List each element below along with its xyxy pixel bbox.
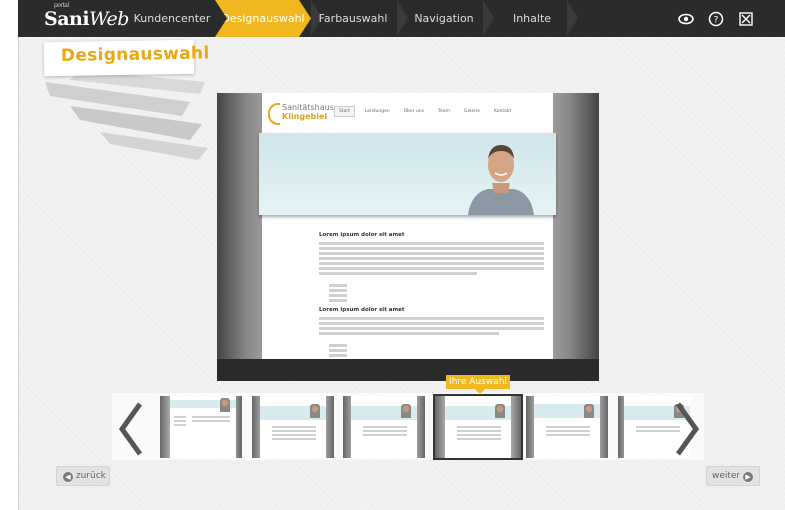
selected-design-badge: Ihre Auswahl: [446, 375, 510, 394]
chevron-right-icon: ▶: [743, 472, 753, 482]
preview-nav-item: Leistungen: [365, 109, 390, 114]
brush-stroke-decoration: [45, 70, 208, 160]
preview-footer: [217, 359, 599, 381]
preview-website: Sanitätshaus Klingebiel Start Leistungen Ü…: [259, 93, 556, 362]
nav-step-inhalte[interactable]: Inhalte: [501, 0, 563, 37]
design-preview: Sanitätshaus Klingebiel Start Leistungen Ü…: [217, 93, 599, 381]
logo-sup: portal: [54, 2, 69, 9]
nav-step-label: Kundencenter: [133, 12, 211, 25]
nav-step-kundencenter[interactable]: Kundencenter: [127, 0, 217, 37]
chevron-left-icon: ◀: [63, 472, 73, 482]
logo-c-icon: [268, 103, 280, 125]
nav-separator: [567, 0, 579, 37]
logo-main: Sani: [44, 8, 90, 30]
preview-site-nav: Start Leistungen Über uns Team Galerie Kontak…: [334, 106, 521, 117]
saniweb-logo: portal SaniWeb: [44, 2, 129, 30]
nav-step-label: Navigation: [414, 12, 474, 25]
preview-site-logo: Sanitätshaus Klingebiel: [268, 103, 334, 125]
nav-step-label: Inhalte: [512, 12, 552, 25]
close-icon[interactable]: [738, 11, 754, 27]
nav-separator: [483, 0, 495, 37]
preview-nav-item: Start: [334, 106, 355, 117]
preview-hero-banner: [259, 133, 556, 215]
page-title-card: Designauswahl: [43, 39, 210, 77]
site-logo-line2: Klingebiel: [282, 112, 328, 121]
back-button[interactable]: ◀ zurück: [56, 466, 110, 486]
next-button-label: weiter: [711, 471, 741, 481]
preview-nav-item: Team: [438, 109, 450, 114]
preview-nav-item: Kontakt: [494, 109, 512, 114]
back-button-label: zurück: [75, 471, 106, 481]
site-logo-line1: Sanitätshaus: [282, 103, 334, 112]
design-thumbnail-5[interactable]: [526, 396, 608, 458]
design-thumbnail-2[interactable]: [252, 396, 334, 458]
eye-icon[interactable]: [678, 11, 694, 27]
design-thumbnail-4-selected[interactable]: [433, 394, 523, 460]
nav-step-label: Farbauswahl: [318, 12, 388, 25]
nav-step-label: Designauswahl: [221, 12, 305, 25]
preview-content: Lorem ipsum dolor sit amet Lorem ipsum d…: [319, 232, 544, 364]
help-icon[interactable]: ?: [708, 11, 724, 27]
preview-heading-1: Lorem ipsum dolor sit amet: [319, 232, 405, 238]
nav-step-designauswahl[interactable]: Designauswahl: [215, 0, 311, 37]
logo-script: Web: [89, 8, 129, 30]
carousel-next-arrow-icon[interactable]: [676, 402, 700, 456]
design-thumbnail-3[interactable]: [343, 396, 425, 458]
design-carousel: [112, 393, 704, 460]
person-photo: [468, 145, 534, 215]
preview-nav-item: Über uns: [403, 109, 424, 114]
nav-separator: [397, 0, 409, 37]
preview-nav-item: Galerie: [463, 109, 481, 114]
design-thumbnail-1[interactable]: [160, 396, 242, 458]
nav-step-navigation[interactable]: Navigation: [409, 0, 479, 37]
page-title: Designauswahl: [60, 43, 210, 67]
carousel-prev-arrow-icon[interactable]: [118, 402, 142, 456]
svg-text:?: ?: [714, 16, 719, 26]
nav-step-farbauswahl[interactable]: Farbauswahl: [317, 0, 389, 37]
preview-heading-2: Lorem ipsum dolor sit amet: [319, 307, 405, 313]
next-button[interactable]: weiter ▶: [706, 466, 760, 486]
